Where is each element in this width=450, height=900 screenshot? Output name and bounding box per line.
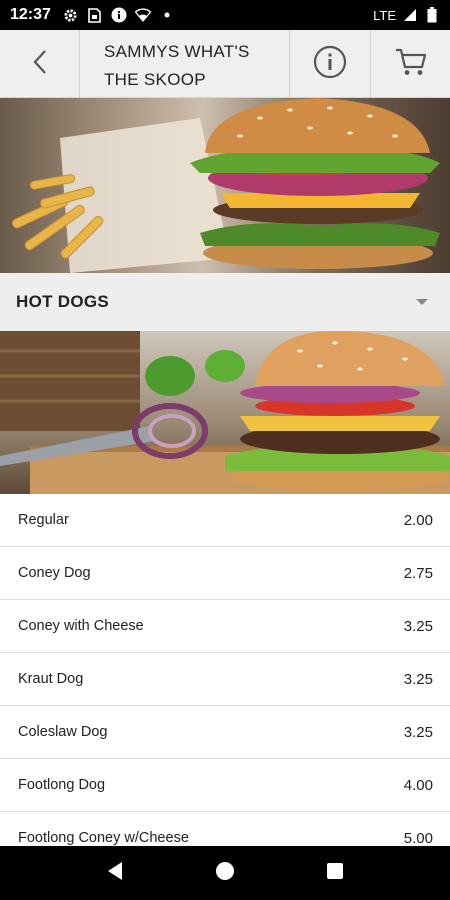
item-name: Kraut Dog — [18, 671, 84, 687]
nav-home-button[interactable] — [205, 853, 245, 893]
gear-icon — [63, 7, 79, 23]
menu-item-kraut-dog[interactable]: Kraut Dog 3.25 — [0, 653, 450, 706]
burger-on-board-photo — [0, 331, 450, 494]
item-price: 3.25 — [403, 670, 433, 688]
sim-icon — [87, 7, 103, 23]
item-name: Footlong Coney w/Cheese — [18, 830, 189, 846]
info-icon — [313, 45, 347, 84]
info-icon — [111, 7, 127, 23]
menu-item-coleslaw-dog[interactable]: Coleslaw Dog 3.25 — [0, 706, 450, 759]
menu-item-regular[interactable]: Regular 2.00 — [0, 494, 450, 547]
network-label: LTE — [373, 7, 396, 23]
item-price: 2.00 — [403, 511, 433, 529]
back-button[interactable] — [0, 30, 80, 98]
signal-icon — [402, 7, 418, 23]
section-title: HOT DOGS — [16, 292, 110, 311]
item-name: Coney Dog — [18, 565, 91, 581]
item-price: 3.25 — [403, 617, 433, 635]
section-header-hot-dogs[interactable]: HOT DOGS — [0, 273, 450, 331]
item-price: 4.00 — [403, 776, 433, 794]
status-bar: 12:37 LTE — [0, 0, 450, 30]
nav-back-button[interactable] — [95, 853, 135, 893]
menu-item-footlong-dog[interactable]: Footlong Dog 4.00 — [0, 759, 450, 812]
item-name: Footlong Dog — [18, 777, 106, 793]
recents-square-icon — [326, 862, 344, 885]
menu-item-coney-dog[interactable]: Coney Dog 2.75 — [0, 547, 450, 600]
nav-recents-button[interactable] — [315, 853, 355, 893]
home-circle-icon — [215, 861, 235, 886]
app-header: SAMMYS WHAT'S THE SKOOP — [0, 30, 450, 98]
menu-list: Regular 2.00 Coney Dog 2.75 Coney with C… — [0, 494, 450, 846]
wifi-icon — [134, 7, 151, 23]
battery-icon — [424, 7, 440, 23]
status-time: 12:37 — [10, 6, 51, 23]
cart-button[interactable] — [370, 30, 450, 98]
back-triangle-icon — [106, 861, 124, 886]
burger-and-fries-photo — [0, 98, 450, 273]
page-title: SAMMYS WHAT'S THE SKOOP — [80, 30, 290, 97]
cart-icon — [394, 47, 428, 82]
navigation-bar — [0, 846, 450, 900]
caret-down-icon — [416, 299, 428, 305]
item-price: 3.25 — [403, 723, 433, 741]
dot-icon — [159, 7, 175, 23]
info-button[interactable] — [290, 30, 370, 98]
item-name: Coney with Cheese — [18, 618, 144, 634]
item-price: 2.75 — [403, 564, 433, 582]
status-icons-left — [63, 7, 175, 23]
status-right: LTE — [373, 7, 440, 23]
menu-item-footlong-coney-cheese[interactable]: Footlong Coney w/Cheese 5.00 — [0, 812, 450, 847]
menu-item-coney-with-cheese[interactable]: Coney with Cheese 3.25 — [0, 600, 450, 653]
item-price: 5.00 — [403, 829, 433, 847]
chevron-left-icon — [32, 49, 48, 80]
item-name: Regular — [18, 512, 69, 528]
item-name: Coleslaw Dog — [18, 724, 108, 740]
